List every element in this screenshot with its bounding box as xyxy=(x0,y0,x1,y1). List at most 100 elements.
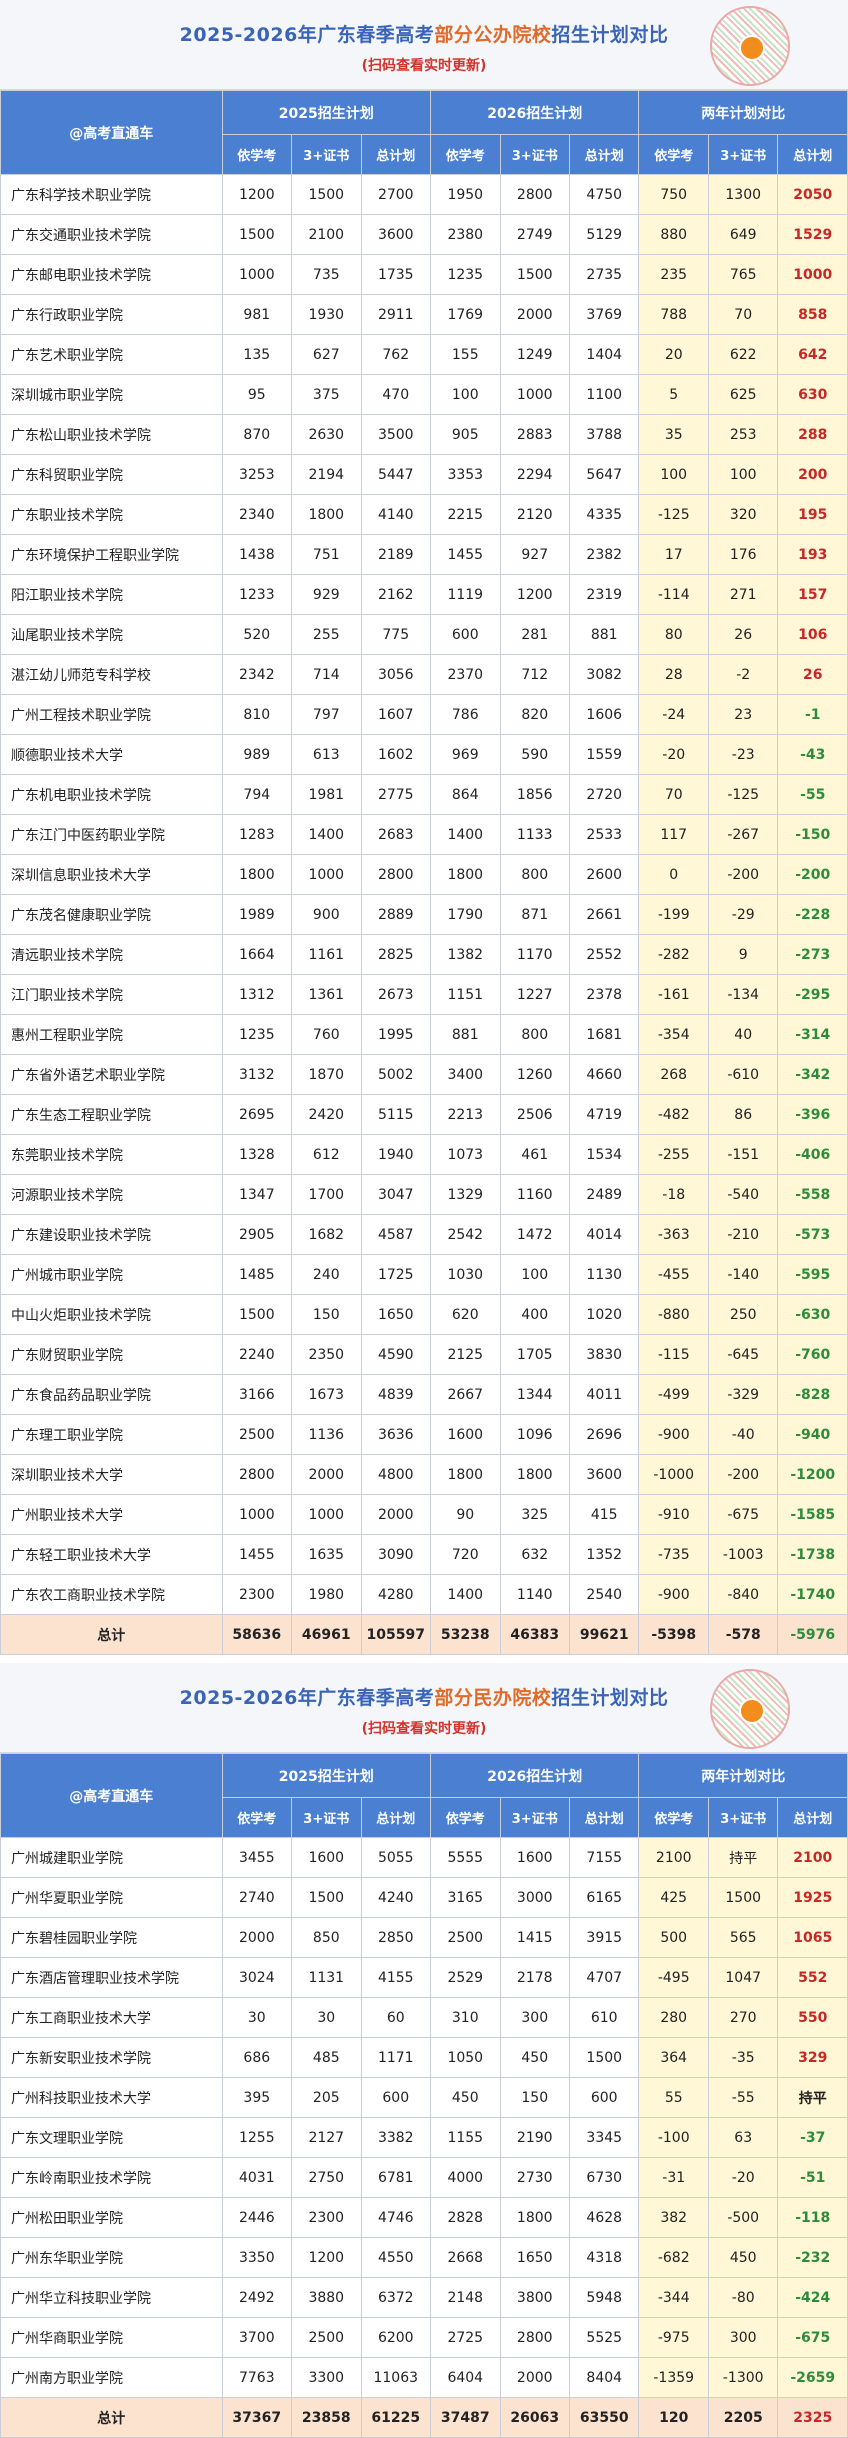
value-cell: 2190 xyxy=(499,2117,570,2158)
table-row: 广州东华职业学院 3350 1200 4550 2668 1650 4318 -682 450-… xyxy=(0,2237,848,2278)
diff-cell: -20 xyxy=(707,2157,779,2198)
value-cell: 800 xyxy=(499,1014,570,1055)
diff-cell: -578 xyxy=(707,1614,779,1655)
diff-cell: 280 xyxy=(638,1997,709,2038)
value-cell: 2000 xyxy=(360,1494,432,1535)
table-row: 河源职业技术学院 1347 1700 3047 1329 1160 2489 -18 -540-… xyxy=(0,1174,848,1215)
diff-cell: 268 xyxy=(638,1054,709,1095)
diff-cell: 625 xyxy=(707,374,779,415)
diff-cell: -200 xyxy=(707,854,779,895)
diff-cell: 880 xyxy=(638,214,709,255)
table-row: 广东环境保护工程职业学院 1438 751 2189 1455 927 2382 17 176 1… xyxy=(0,534,848,575)
table-row: 湛江幼儿师范专科学校 2342 714 3056 2370 712 3082 28 -2 26 xyxy=(0,654,848,695)
value-cell: 1989 xyxy=(221,894,293,935)
value-cell: 1500 xyxy=(291,1877,362,1918)
value-cell: 1161 xyxy=(291,934,362,975)
diff-cell: -115 xyxy=(638,1334,709,1375)
value-cell: 2215 xyxy=(430,494,501,535)
subheader-cell: 3+证书 xyxy=(707,134,779,175)
value-cell: 1235 xyxy=(221,1014,293,1055)
value-cell: 620 xyxy=(430,1294,501,1335)
value-cell: 100 xyxy=(499,1254,570,1295)
school-name: 广州南方职业学院 xyxy=(0,2357,223,2398)
value-cell: 1725 xyxy=(360,1254,432,1295)
diff-cell: -482 xyxy=(638,1094,709,1135)
value-cell: 1800 xyxy=(499,1454,570,1495)
value-cell: 3082 xyxy=(568,654,640,695)
table-corner-label: @高考直通车 xyxy=(0,1753,223,1838)
value-cell: 3600 xyxy=(568,1454,640,1495)
school-name: 阳江职业技术学院 xyxy=(0,574,223,615)
value-cell: 450 xyxy=(430,2077,501,2118)
diff-cell: -20 xyxy=(638,734,709,775)
value-cell: 1735 xyxy=(360,254,432,295)
qr-code-icon[interactable] xyxy=(710,6,790,86)
value-cell: 1233 xyxy=(221,574,293,615)
value-cell: 3915 xyxy=(568,1917,640,1958)
value-cell: 1856 xyxy=(499,774,570,815)
school-name: 广东理工职业学院 xyxy=(0,1414,223,1455)
diff-cell: -2 xyxy=(707,654,779,695)
value-cell: 2148 xyxy=(430,2277,501,2318)
value-cell: 610 xyxy=(568,1997,640,2038)
school-name: 广州城市职业学院 xyxy=(0,1254,223,1295)
school-name: 广东科学技术职业学院 xyxy=(0,174,223,215)
value-cell: 2800 xyxy=(499,174,570,215)
table-row: 阳江职业技术学院 1233 929 2162 1119 1200 2319 -114 271 15… xyxy=(0,574,848,615)
value-cell: 4140 xyxy=(360,494,432,535)
value-cell: 2350 xyxy=(291,1334,362,1375)
value-cell: 1020 xyxy=(568,1294,640,1335)
school-name: 广州华夏职业学院 xyxy=(0,1877,223,1918)
diff-cell: -55 xyxy=(777,774,848,815)
diff-cell: -255 xyxy=(638,1134,709,1175)
value-cell: 794 xyxy=(221,774,293,815)
school-name: 汕尾职业技术学院 xyxy=(0,614,223,655)
value-cell: 1404 xyxy=(568,334,640,375)
value-cell: 3400 xyxy=(430,1054,501,1095)
value-cell: 600 xyxy=(430,614,501,655)
value-cell: 1170 xyxy=(499,934,570,975)
diff-cell: 250 xyxy=(707,1294,779,1335)
diff-cell: -495 xyxy=(638,1957,709,1998)
value-cell: 900 xyxy=(291,894,362,935)
school-name: 广东省外语艺术职业学院 xyxy=(0,1054,223,1095)
diff-cell: 70 xyxy=(638,774,709,815)
diff-cell: 100 xyxy=(638,454,709,495)
value-cell: 2740 xyxy=(221,1877,293,1918)
value-cell: 4280 xyxy=(360,1574,432,1615)
value-cell: 981 xyxy=(221,294,293,335)
value-cell: 2540 xyxy=(568,1574,640,1615)
value-cell: 6404 xyxy=(430,2357,501,2398)
qr-code-icon[interactable] xyxy=(710,1669,790,1749)
table-row: 广东机电职业技术学院 794 1981 2775 864 1856 2720 70 -125 -5… xyxy=(0,774,848,815)
value-cell: 3000 xyxy=(499,1877,570,1918)
school-name: 广东轻工职业技术大学 xyxy=(0,1534,223,1575)
diff-cell: 300 xyxy=(707,2317,779,2358)
table-row: 广州职业技术大学 1000 1000 2000 90 325 415 -910 -675 -158… xyxy=(0,1494,848,1535)
value-cell: 735 xyxy=(291,254,362,295)
diff-cell: -232 xyxy=(777,2237,848,2278)
value-cell: 1635 xyxy=(291,1534,362,1575)
section-divider xyxy=(0,1655,848,1663)
value-cell: 969 xyxy=(430,734,501,775)
value-cell: 1344 xyxy=(499,1374,570,1415)
diff-cell: -200 xyxy=(707,1454,779,1495)
value-cell: 255 xyxy=(291,614,362,655)
diff-cell: -18 xyxy=(638,1174,709,1215)
value-cell: 1151 xyxy=(430,974,501,1015)
value-cell: 600 xyxy=(568,2077,640,2118)
value-cell: 1260 xyxy=(499,1054,570,1095)
value-cell: 2489 xyxy=(568,1174,640,1215)
school-name: 广东文理职业学院 xyxy=(0,2117,223,2158)
diff-cell: -199 xyxy=(638,894,709,935)
value-cell: 632 xyxy=(499,1534,570,1575)
page: 2025-2026年广东春季高考部分公办院校招生计划对比 (扫码查看实时更新) … xyxy=(0,0,848,2438)
diff-cell: 235 xyxy=(638,254,709,295)
diff-cell: -595 xyxy=(777,1254,848,1295)
table-row: 惠州工程职业学院 1235 760 1995 881 800 1681 -354 40 -314 xyxy=(0,1014,848,1055)
value-cell: 1131 xyxy=(291,1957,362,1998)
diff-cell: -1300 xyxy=(707,2357,779,2398)
value-cell: 686 xyxy=(221,2037,293,2078)
diff-cell: -499 xyxy=(638,1374,709,1415)
diff-cell: -100 xyxy=(638,2117,709,2158)
